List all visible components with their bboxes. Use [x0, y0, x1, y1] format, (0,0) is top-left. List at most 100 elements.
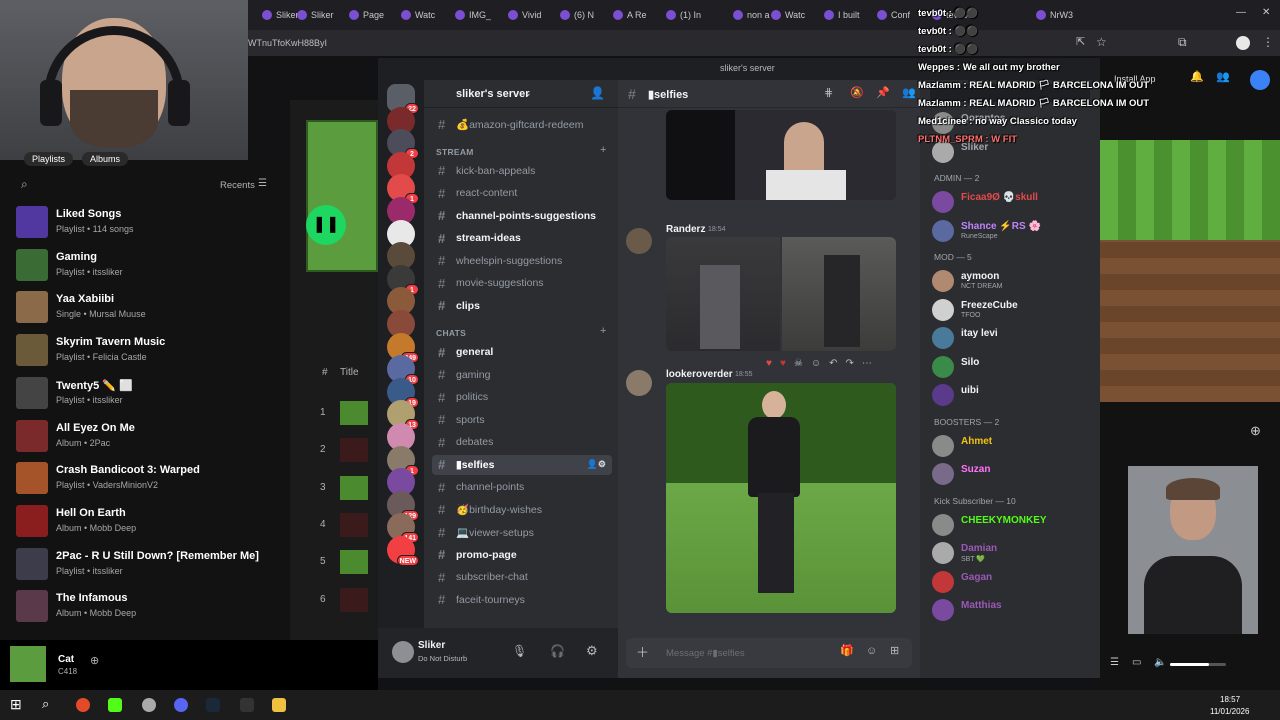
play-pause-button[interactable]: ❚❚: [306, 205, 346, 245]
volume-icon[interactable]: 🔈: [1154, 658, 1166, 668]
member-item[interactable]: Ahmet: [932, 433, 1098, 459]
forward-icon[interactable]: ↷: [845, 358, 853, 374]
channel-item[interactable]: # subscriber-chat: [432, 567, 612, 587]
member-item[interactable]: Matthias: [932, 597, 1098, 623]
channel-item[interactable]: # faceit-tourneys: [432, 590, 612, 610]
avatar[interactable]: [392, 641, 414, 663]
add-channel-icon[interactable]: +: [600, 144, 606, 156]
browser-tab[interactable]: (1) In: [666, 6, 701, 24]
channel-category[interactable]: STREAM: [436, 147, 474, 157]
list-item[interactable]: Crash Bandicoot 3: Warped Playlist • Vade…: [16, 462, 286, 498]
list-item[interactable]: Liked Songs Playlist • 114 songs: [16, 206, 286, 242]
browser-tab[interactable]: I built: [824, 6, 860, 24]
member-item[interactable]: Silo: [932, 354, 1098, 380]
browser-tab[interactable]: (6) N: [560, 6, 594, 24]
search-icon[interactable]: ⌕: [21, 178, 28, 190]
browser-tab[interactable]: A Re: [613, 6, 647, 24]
message-author[interactable]: lookeroverder: [666, 369, 733, 380]
menu-icon[interactable]: ⋮: [1262, 36, 1274, 48]
epic-games-icon[interactable]: [240, 698, 254, 712]
track-cover[interactable]: [340, 512, 368, 537]
volume-slider[interactable]: [1170, 663, 1226, 666]
server-header[interactable]: sliker's server ⌄ 👤: [424, 80, 618, 108]
channel-item[interactable]: # channel-points: [432, 477, 612, 497]
device-icon[interactable]: ▭: [1132, 658, 1141, 668]
member-item[interactable]: Gagan: [932, 569, 1098, 595]
notifications-off-icon[interactable]: 🔕: [850, 88, 864, 99]
list-item[interactable]: 2Pac - R U Still Down? [Remember Me] Play…: [16, 547, 286, 584]
track-cover[interactable]: [340, 550, 368, 575]
kick-icon[interactable]: [108, 698, 122, 712]
obs-icon[interactable]: [142, 698, 156, 712]
browser-tab[interactable]: Vivid: [508, 6, 541, 24]
browser-tab[interactable]: IMG_: [455, 6, 491, 24]
browser-tab[interactable]: Conf: [877, 6, 910, 24]
chrome-icon[interactable]: [76, 698, 90, 712]
heart-reaction-icon[interactable]: ♥: [766, 358, 772, 374]
member-item[interactable]: uibi: [932, 382, 1098, 408]
channel-item[interactable]: # channel-points-suggestions: [432, 206, 612, 226]
track-cover[interactable]: [340, 438, 368, 463]
message-avatar[interactable]: [626, 370, 652, 396]
heart-reaction-icon[interactable]: ♥: [780, 358, 786, 374]
channel-item[interactable]: # kick-ban-appeals: [432, 161, 612, 181]
list-item[interactable]: The Infamous Album • Mobb Deep: [16, 590, 286, 626]
share-icon[interactable]: ⇱: [1076, 37, 1085, 48]
browser-tab[interactable]: Sliker: [297, 6, 334, 24]
browser-tab[interactable]: NrW3: [1036, 6, 1073, 24]
channel-item[interactable]: # 💰amazon-giftcard-redeem: [432, 114, 612, 134]
star-icon[interactable]: ☆: [1096, 36, 1107, 48]
steam-icon[interactable]: [206, 698, 220, 712]
channel-item[interactable]: # promo-page: [432, 545, 612, 565]
browser-tab[interactable]: Watc: [771, 6, 805, 24]
server-icon[interactable]: NEW: [387, 536, 419, 566]
browser-tab[interactable]: non a: [733, 6, 770, 24]
skull-reaction-icon[interactable]: ☠: [794, 358, 803, 374]
channel-settings-icon[interactable]: 👤⚙: [587, 459, 606, 470]
discord-icon[interactable]: [174, 698, 188, 712]
emoji-icon[interactable]: ☺: [866, 646, 877, 657]
channel-item[interactable]: # wheelspin-suggestions: [432, 251, 612, 271]
message-author[interactable]: Randerz: [666, 224, 705, 235]
add-attachment-icon[interactable]: ＋: [636, 646, 649, 659]
pin-icon[interactable]: 📌: [876, 88, 890, 99]
list-item[interactable]: Twenty5 ✏️ ⬜ Playlist • itssliker: [16, 376, 286, 413]
now-playing-artist[interactable]: C418: [58, 667, 77, 676]
list-item[interactable]: Hell On Earth Album • Mobb Deep: [16, 504, 286, 541]
more-options-icon[interactable]: ⋯: [862, 358, 872, 374]
close-icon[interactable]: ✕: [1262, 8, 1270, 18]
reply-icon[interactable]: ↶: [829, 358, 837, 374]
image-attachment[interactable]: [666, 237, 780, 351]
queue-icon[interactable]: ☰: [1110, 658, 1119, 668]
microphone-icon[interactable]: 🎙: [512, 645, 527, 657]
browser-tab[interactable]: Watc: [401, 6, 435, 24]
list-item[interactable]: All Eyez On Me Album • 2Pac: [16, 419, 286, 456]
recents-sort[interactable]: Recents: [220, 180, 255, 191]
channel-item[interactable]: # stream-ideas: [432, 228, 612, 248]
now-playing-title[interactable]: Cat: [58, 654, 74, 665]
channel-item[interactable]: # 🥳birthday-wishes: [432, 500, 612, 520]
channel-item[interactable]: # general: [432, 342, 612, 362]
image-attachment[interactable]: [666, 383, 896, 613]
list-view-icon[interactable]: ☰: [258, 179, 267, 189]
friends-icon[interactable]: 👥: [1216, 72, 1230, 83]
settings-gear-icon[interactable]: ⚙: [586, 644, 598, 657]
member-item[interactable]: itay levi: [932, 325, 1098, 351]
track-cover[interactable]: [340, 475, 368, 500]
profile-icon[interactable]: [1236, 36, 1250, 50]
add-channel-icon[interactable]: +: [600, 326, 606, 337]
track-cover[interactable]: [340, 401, 368, 425]
browser-tab[interactable]: Sliker: [262, 6, 299, 24]
bell-icon[interactable]: 🔔: [1190, 72, 1204, 83]
add-member-icon[interactable]: 👤: [590, 87, 605, 99]
list-item[interactable]: Skyrim Tavern Music Playlist • Felicia Ca…: [16, 334, 286, 370]
apps-icon[interactable]: ⊞: [890, 646, 899, 657]
minimize-icon[interactable]: —: [1236, 8, 1246, 18]
extensions-icon[interactable]: ⧉: [1178, 36, 1187, 48]
search-icon[interactable]: ⌕: [42, 697, 49, 710]
member-item[interactable]: CHEEKYMONKEY: [932, 512, 1098, 538]
member-item[interactable]: Suzan: [932, 461, 1098, 487]
member-item[interactable]: Damian SBT 💚: [932, 540, 1098, 566]
tab-albums[interactable]: Albums: [82, 152, 129, 166]
channel-item[interactable]: # clips: [432, 296, 612, 316]
